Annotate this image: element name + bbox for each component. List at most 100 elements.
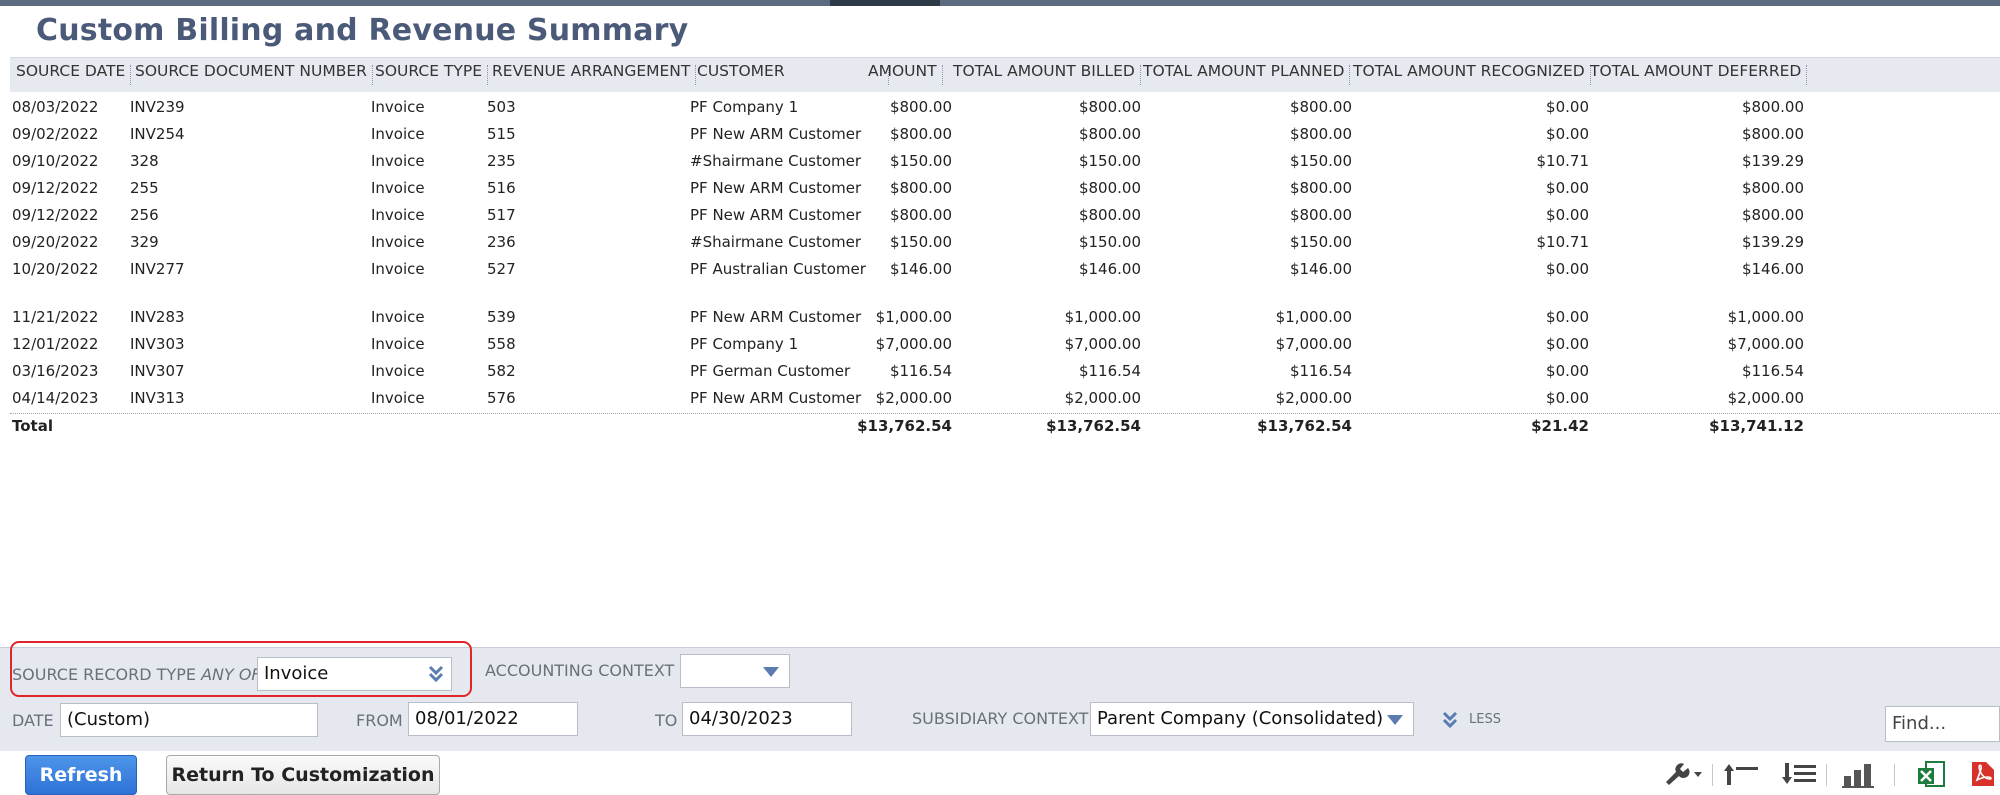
excel-export-icon[interactable] [1916, 760, 1950, 788]
cell-total-amount-planned: $800.00 [1289, 98, 1352, 116]
cell-revenue-arrangement[interactable]: 515 [487, 122, 516, 147]
cell-revenue-arrangement[interactable]: 527 [487, 257, 516, 282]
cell-revenue-arrangement[interactable]: 576 [487, 386, 516, 411]
table-row[interactable]: 08/03/2022 INV239 Invoice 503 PF Company 1 $8… [10, 95, 2000, 122]
total-deferred: $13,741.12 [1709, 417, 1804, 435]
col-header-source-document-number[interactable]: SOURCE DOCUMENT NUMBER [135, 58, 373, 92]
less-toggle[interactable]: LESS [1442, 710, 1512, 732]
cell-revenue-arrangement[interactable]: 235 [487, 149, 516, 174]
cell-total-amount-billed: $7,000.00 [1064, 335, 1141, 353]
cell-amount: $1,000.00 [875, 308, 952, 326]
date-label: DATE [12, 711, 54, 730]
cell-source-type: Invoice [371, 152, 425, 170]
cell-total-amount-recognized: $0.00 [1546, 98, 1589, 116]
highlight-annotation [10, 641, 472, 697]
accounting-context-select[interactable] [680, 654, 790, 688]
cell-revenue-arrangement[interactable]: 517 [487, 203, 516, 228]
cell-total-amount-planned: $150.00 [1289, 152, 1352, 170]
col-header-amount[interactable]: AMOUNT [868, 58, 943, 92]
cell-source-type: Invoice [371, 362, 425, 380]
return-to-customization-button[interactable]: Return To Customization [166, 755, 440, 795]
table-row[interactable]: 09/20/2022 329 Invoice 236 #Shairmane Custom… [10, 230, 2000, 257]
cell-source-document-number[interactable]: 255 [130, 176, 159, 201]
subsidiary-context-select[interactable]: Parent Company (Consolidated) [1090, 702, 1414, 736]
cell-total-amount-recognized: $0.00 [1546, 179, 1589, 197]
cell-total-amount-recognized: $0.00 [1546, 362, 1589, 380]
refresh-button[interactable]: Refresh [25, 755, 137, 795]
cell-total-amount-deferred: $7,000.00 [1727, 335, 1804, 353]
cell-amount: $116.54 [889, 362, 952, 380]
cell-amount: $146.00 [889, 260, 952, 278]
col-header-total-amount-billed[interactable]: TOTAL AMOUNT BILLED [953, 58, 1141, 92]
date-range-select[interactable]: (Custom) [60, 703, 318, 737]
cell-total-amount-planned: $116.54 [1289, 362, 1352, 380]
collapse-all-icon[interactable] [1722, 760, 1762, 788]
cell-total-amount-recognized: $0.00 [1546, 308, 1589, 326]
chart-icon[interactable] [1840, 760, 1880, 788]
col-header-revenue-arrangement[interactable]: REVENUE ARRANGEMENT [492, 58, 697, 92]
table-row[interactable]: 09/10/2022 328 Invoice 235 #Shairmane Custom… [10, 149, 2000, 176]
cell-total-amount-billed: $150.00 [1078, 152, 1141, 170]
cell-total-amount-recognized: $10.71 [1536, 152, 1590, 170]
from-date-input[interactable]: 08/01/2022 [408, 702, 578, 736]
cell-source-document-number[interactable]: INV307 [130, 359, 185, 384]
cell-source-date: 09/20/2022 [12, 233, 99, 251]
cell-source-document-number[interactable]: 329 [130, 230, 159, 255]
pdf-export-icon[interactable] [1968, 760, 2000, 788]
col-header-total-amount-deferred[interactable]: TOTAL AMOUNT DEFERRED [1590, 58, 1808, 92]
toolbar-separator [1894, 764, 1895, 786]
cell-source-type: Invoice [371, 389, 425, 407]
cell-source-document-number[interactable]: INV277 [130, 257, 185, 282]
cell-total-amount-recognized: $0.00 [1546, 260, 1589, 278]
cell-total-amount-deferred: $116.54 [1741, 362, 1804, 380]
cell-source-document-number[interactable]: INV303 [130, 332, 185, 357]
cell-total-amount-deferred: $800.00 [1741, 179, 1804, 197]
col-header-source-type[interactable]: SOURCE TYPE [375, 58, 489, 92]
cell-source-document-number[interactable]: INV239 [130, 95, 185, 120]
cell-source-document-number[interactable]: INV283 [130, 305, 185, 330]
cell-source-document-number[interactable]: 328 [130, 149, 159, 174]
table-row[interactable]: 09/02/2022 INV254 Invoice 515 PF New ARM Cus… [10, 122, 2000, 149]
cell-amount: $800.00 [889, 179, 952, 197]
col-header-customer[interactable]: CUSTOMER [697, 58, 889, 92]
cell-revenue-arrangement[interactable]: 503 [487, 95, 516, 120]
cell-total-amount-billed: $116.54 [1078, 362, 1141, 380]
table-row[interactable]: 11/21/2022 INV283 Invoice 539 PF New ARM Cus… [10, 305, 2000, 332]
cell-amount: $800.00 [889, 125, 952, 143]
dropdown-arrow-icon [763, 667, 779, 677]
table-row[interactable]: 04/14/2023 INV313 Invoice 576 PF New ARM Cus… [10, 386, 2000, 413]
cell-revenue-arrangement[interactable]: 558 [487, 332, 516, 357]
total-row: Total $13,762.54 $13,762.54 $13,762.54 $… [10, 413, 2000, 442]
wrench-icon[interactable] [1662, 760, 1706, 788]
accounting-context-label: ACCOUNTING CONTEXT [485, 661, 675, 680]
col-header-total-amount-recognized[interactable]: TOTAL AMOUNT RECOGNIZED [1353, 58, 1591, 92]
from-label: FROM [356, 711, 403, 730]
cell-total-amount-billed: $800.00 [1078, 125, 1141, 143]
cell-source-document-number[interactable]: INV254 [130, 122, 185, 147]
cell-total-amount-billed: $150.00 [1078, 233, 1141, 251]
cell-total-amount-deferred: $800.00 [1741, 98, 1804, 116]
cell-source-type: Invoice [371, 98, 425, 116]
table-row[interactable]: 10/20/2022 INV277 Invoice 527 PF Australian … [10, 257, 2000, 305]
cell-revenue-arrangement[interactable]: 236 [487, 230, 516, 255]
to-date-input[interactable]: 04/30/2023 [682, 702, 852, 736]
cell-source-document-number[interactable]: 256 [130, 203, 159, 228]
dropdown-arrow-icon [1387, 715, 1403, 725]
cell-revenue-arrangement[interactable]: 582 [487, 359, 516, 384]
table-row[interactable]: 09/12/2022 255 Invoice 516 PF New ARM Custom… [10, 176, 2000, 203]
table-row[interactable]: 09/12/2022 256 Invoice 517 PF New ARM Custom… [10, 203, 2000, 230]
cell-revenue-arrangement[interactable]: 539 [487, 305, 516, 330]
col-header-total-amount-planned[interactable]: TOTAL AMOUNT PLANNED [1143, 58, 1351, 92]
cell-source-document-number[interactable]: INV313 [130, 386, 185, 411]
cell-total-amount-planned: $800.00 [1289, 206, 1352, 224]
cell-source-date: 09/10/2022 [12, 152, 99, 170]
cell-source-date: 11/21/2022 [12, 308, 99, 326]
col-header-source-date[interactable]: SOURCE DATE [16, 58, 132, 92]
total-amount: $13,762.54 [857, 417, 952, 435]
expand-all-icon[interactable] [1780, 760, 1820, 788]
cell-revenue-arrangement[interactable]: 516 [487, 176, 516, 201]
find-input[interactable]: Find... [1885, 706, 2000, 742]
table-row[interactable]: 03/16/2023 INV307 Invoice 582 PF German Cust… [10, 359, 2000, 386]
table-row[interactable]: 12/01/2022 INV303 Invoice 558 PF Company 1 $7… [10, 332, 2000, 359]
less-label: LESS [1469, 712, 1501, 727]
